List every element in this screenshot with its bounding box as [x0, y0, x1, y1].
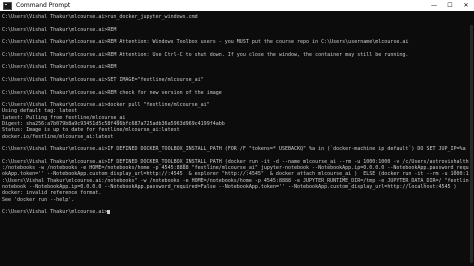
console-line: C:\Users\Vishal Thakur\mlcourse.ai>IF DE… — [2, 146, 472, 153]
maximize-button[interactable]: ☐ — [442, 0, 458, 11]
minimize-button[interactable]: — — [426, 0, 442, 11]
console-line: okApp.token='' --NotebookApp.custom_disp… — [2, 171, 474, 178]
close-button[interactable]: ✕ — [458, 0, 474, 11]
window-title: Command Prompt — [16, 2, 71, 9]
vertical-scrollbar[interactable] — [469, 11, 474, 266]
console-output[interactable]: C:\Users\Vishal Thakur\mlcourse.ai>run_d… — [2, 14, 474, 216]
console-line: C:\Users\Vishal Thakur\mlcourse.ai>REM A… — [2, 51, 409, 58]
title-bar[interactable]: Command Prompt — ☐ ✕ — [0, 0, 474, 11]
command-prompt-window: Command Prompt — ☐ ✕ C:\Users\Vishal Tha… — [0, 0, 474, 266]
console-line: C:\Users\Vishal Thakur\mlcourse.ai>REM A… — [2, 39, 409, 46]
window-controls: — ☐ ✕ — [426, 0, 474, 11]
console-line: C:\Users\Vishal Thakur\mlcourse.ai> — [2, 209, 462, 215]
scrollbar-thumb[interactable] — [470, 25, 473, 263]
command-prompt-icon — [3, 1, 12, 10]
text-cursor — [107, 209, 111, 214]
